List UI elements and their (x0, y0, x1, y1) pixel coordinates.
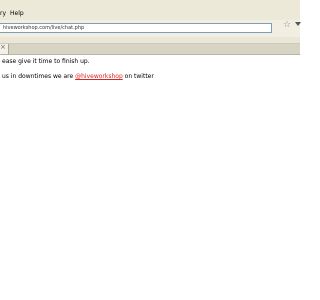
menu-help[interactable]: Help (10, 10, 24, 17)
twitter-link[interactable]: @hiveworkshop (75, 73, 123, 80)
menu-bar: ry Help (0, 0, 300, 21)
status-message: ease give it time to finish up. (2, 58, 90, 65)
menu-history[interactable]: ry (0, 10, 6, 17)
downtime-prefix: us in downtimes we are (2, 73, 76, 80)
tab-strip: × (0, 43, 300, 55)
navigation-toolbar: hiveworkshop.com/live/chat.php (0, 20, 300, 38)
bookmarks-toolbar (0, 37, 300, 44)
url-dropdown-icon[interactable] (295, 22, 301, 26)
tab-current[interactable]: × (0, 43, 9, 54)
bookmark-star-icon[interactable]: ☆ (283, 20, 291, 30)
downtime-message: us in downtimes we are @hiveworkshop on … (2, 73, 154, 80)
downtime-suffix: on twitter (122, 73, 154, 80)
address-bar[interactable]: hiveworkshop.com/live/chat.php (0, 23, 272, 33)
close-icon[interactable]: × (0, 43, 6, 51)
page-content: ease give it time to finish up. us in do… (0, 55, 300, 300)
